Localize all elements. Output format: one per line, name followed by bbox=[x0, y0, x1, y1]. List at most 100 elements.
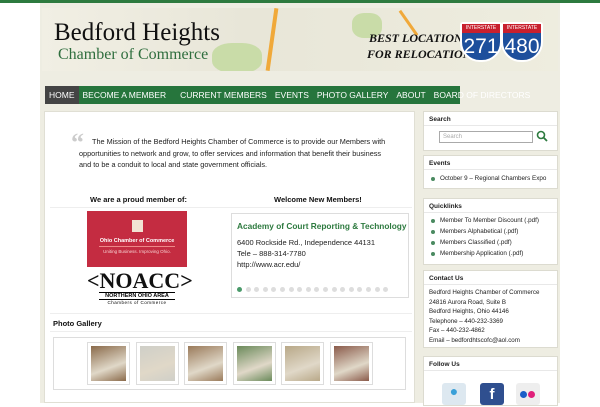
map-road bbox=[265, 8, 279, 71]
slider-dot[interactable] bbox=[348, 287, 354, 292]
main-content: “ The Mission of the Bedford Heights Cha… bbox=[44, 111, 415, 403]
shield-number: 480 bbox=[504, 35, 540, 58]
member-heading: We are a proud member of: bbox=[90, 195, 187, 204]
slider-dot[interactable] bbox=[331, 287, 337, 292]
main-nav: HOME BECOME A MEMBER CURRENT MEMBERS EVE… bbox=[45, 86, 530, 104]
search-icon[interactable] bbox=[536, 130, 548, 142]
nav-board[interactable]: BOARD OF DIRECTORS bbox=[430, 86, 535, 104]
nav-events[interactable]: EVENTS bbox=[271, 86, 313, 104]
gallery-photo[interactable] bbox=[281, 342, 324, 385]
slider-dot[interactable] bbox=[305, 287, 311, 292]
slogan-line-2: FOR RELOCATION! bbox=[367, 47, 477, 61]
events-widget: Events October 9 – Regional Chambers Exp… bbox=[423, 155, 558, 189]
quicklink-item[interactable]: Member To Member Discount (.pdf) bbox=[424, 215, 557, 226]
slider-dot[interactable] bbox=[288, 287, 294, 292]
facebook-icon[interactable]: f bbox=[480, 383, 504, 405]
slider-dot[interactable] bbox=[340, 287, 346, 292]
contact-title: Contact Us bbox=[424, 271, 557, 285]
noacc-name: <NOACC> bbox=[87, 268, 193, 293]
new-members-slider: Academy of Court Reporting & Technology … bbox=[231, 213, 409, 298]
member-name-link[interactable]: Academy of Court Reporting & Technology bbox=[237, 221, 406, 231]
divider bbox=[50, 313, 412, 314]
header-banner[interactable]: Bedford Heights Chamber of Commerce BEST… bbox=[42, 8, 558, 71]
contact-email[interactable]: Email – bedfordhtscofc@aol.com bbox=[429, 336, 552, 346]
contact-line: Telephone – 440-232-3369 bbox=[429, 317, 503, 325]
slider-dot[interactable] bbox=[245, 287, 251, 292]
twitter-icon[interactable]: ● bbox=[442, 383, 466, 405]
photo-image bbox=[236, 346, 272, 381]
site-title: Bedford Heights bbox=[54, 19, 220, 46]
slider-dot[interactable] bbox=[357, 287, 363, 292]
ohio-icon bbox=[131, 220, 143, 232]
follow-title: Follow Us bbox=[424, 357, 557, 371]
quicklinks-title: Quicklinks bbox=[424, 199, 557, 213]
slider-dot[interactable] bbox=[383, 287, 389, 292]
noacc-logo[interactable]: <NOACC> NORTHERN OHIO AREA Chambers of C… bbox=[87, 268, 193, 306]
gallery-photo[interactable] bbox=[135, 342, 179, 385]
photo-image bbox=[188, 346, 223, 381]
quicklink-item[interactable]: Membership Application (.pdf) bbox=[424, 248, 557, 259]
contact-line: Fax – 440-232-4862 bbox=[429, 327, 485, 335]
ohio-chamber-logo[interactable]: Ohio Chamber of Commerce Uniting Busines… bbox=[87, 211, 187, 267]
quicklink-item[interactable]: Members Classified (.pdf) bbox=[424, 237, 557, 248]
slider-dot[interactable] bbox=[237, 287, 242, 292]
search-widget: Search Search bbox=[423, 111, 558, 151]
flickr-icon[interactable] bbox=[516, 383, 540, 405]
slider-dot[interactable] bbox=[271, 287, 277, 292]
slider-dot[interactable] bbox=[365, 287, 371, 292]
search-input[interactable]: Search bbox=[439, 131, 533, 143]
follow-widget: Follow Us ● f bbox=[423, 356, 558, 406]
nav-home[interactable]: HOME bbox=[45, 86, 79, 104]
interstate-271-icon: INTERSTATE 271 bbox=[460, 22, 502, 62]
contact-line: 24816 Aurora Road, Suite B bbox=[429, 298, 507, 306]
site-subtitle: Chamber of Commerce bbox=[58, 46, 209, 63]
noacc-line1: NORTHERN OHIO AREA bbox=[99, 292, 175, 299]
slider-dot[interactable] bbox=[262, 287, 268, 292]
gallery-photo[interactable] bbox=[87, 342, 130, 385]
ohio-name: Ohio Chamber of Commerce bbox=[99, 238, 175, 244]
contact-line: Bedford Heights Chamber of Commerce bbox=[429, 289, 540, 296]
slider-dot[interactable] bbox=[297, 287, 303, 292]
slider-dots bbox=[237, 287, 389, 292]
slogan-line-1: BEST LOCATION... bbox=[369, 31, 472, 45]
shield-label: INTERSTATE bbox=[462, 24, 500, 33]
mission-statement: The Mission of the Bedford Heights Chamb… bbox=[79, 137, 386, 169]
photo-image bbox=[91, 346, 126, 381]
slider-dot[interactable] bbox=[254, 287, 260, 292]
quicklink-item[interactable]: Members Alphabetical (.pdf) bbox=[424, 226, 557, 237]
gallery-photo[interactable] bbox=[329, 342, 373, 385]
divider bbox=[50, 331, 412, 332]
nav-about[interactable]: ABOUT bbox=[392, 86, 429, 104]
slider-dot[interactable] bbox=[322, 287, 328, 292]
search-title: Search bbox=[424, 112, 557, 126]
ohio-tagline: Uniting Business. Improving Ohio. bbox=[99, 246, 175, 254]
slider-dot[interactable] bbox=[374, 287, 380, 292]
events-title: Events bbox=[424, 156, 557, 170]
map-park bbox=[212, 43, 262, 71]
noacc-line2: Chambers of Commerce bbox=[99, 299, 175, 305]
member-url[interactable]: http://www.acr.edu/ bbox=[237, 260, 300, 269]
photo-image bbox=[139, 346, 175, 381]
welcome-heading: Welcome New Members! bbox=[274, 195, 362, 204]
shield-number: 271 bbox=[463, 35, 499, 58]
shield-label: INTERSTATE bbox=[503, 24, 541, 33]
nav-current-members[interactable]: CURRENT MEMBERS bbox=[176, 86, 271, 104]
divider bbox=[50, 207, 412, 208]
photo-image bbox=[333, 346, 369, 381]
member-address: 6400 Rockside Rd., Independence 44131 bbox=[237, 238, 376, 247]
slider-dot[interactable] bbox=[314, 287, 320, 292]
gallery-photo[interactable] bbox=[232, 342, 276, 385]
gallery-photo[interactable] bbox=[184, 342, 227, 385]
nav-photo-gallery[interactable]: PHOTO GALLERY bbox=[313, 86, 393, 104]
page-container: Bedford Heights Chamber of Commerce BEST… bbox=[40, 3, 560, 406]
gallery-heading: Photo Gallery bbox=[53, 319, 102, 328]
photo-gallery bbox=[53, 337, 406, 390]
slider-dot[interactable] bbox=[279, 287, 285, 292]
member-phone: Tele – 888-314-7780 bbox=[237, 249, 306, 258]
interstate-480-icon: INTERSTATE 480 bbox=[501, 22, 543, 62]
nav-become-member[interactable]: BECOME A MEMBER bbox=[79, 86, 171, 104]
photo-image bbox=[285, 346, 320, 381]
contact-line: Bedford Heights, Ohio 44146 bbox=[429, 308, 509, 316]
contact-widget: Contact Us Bedford Heights Chamber of Co… bbox=[423, 270, 558, 348]
event-item[interactable]: October 9 – Regional Chambers Expo bbox=[424, 173, 557, 184]
